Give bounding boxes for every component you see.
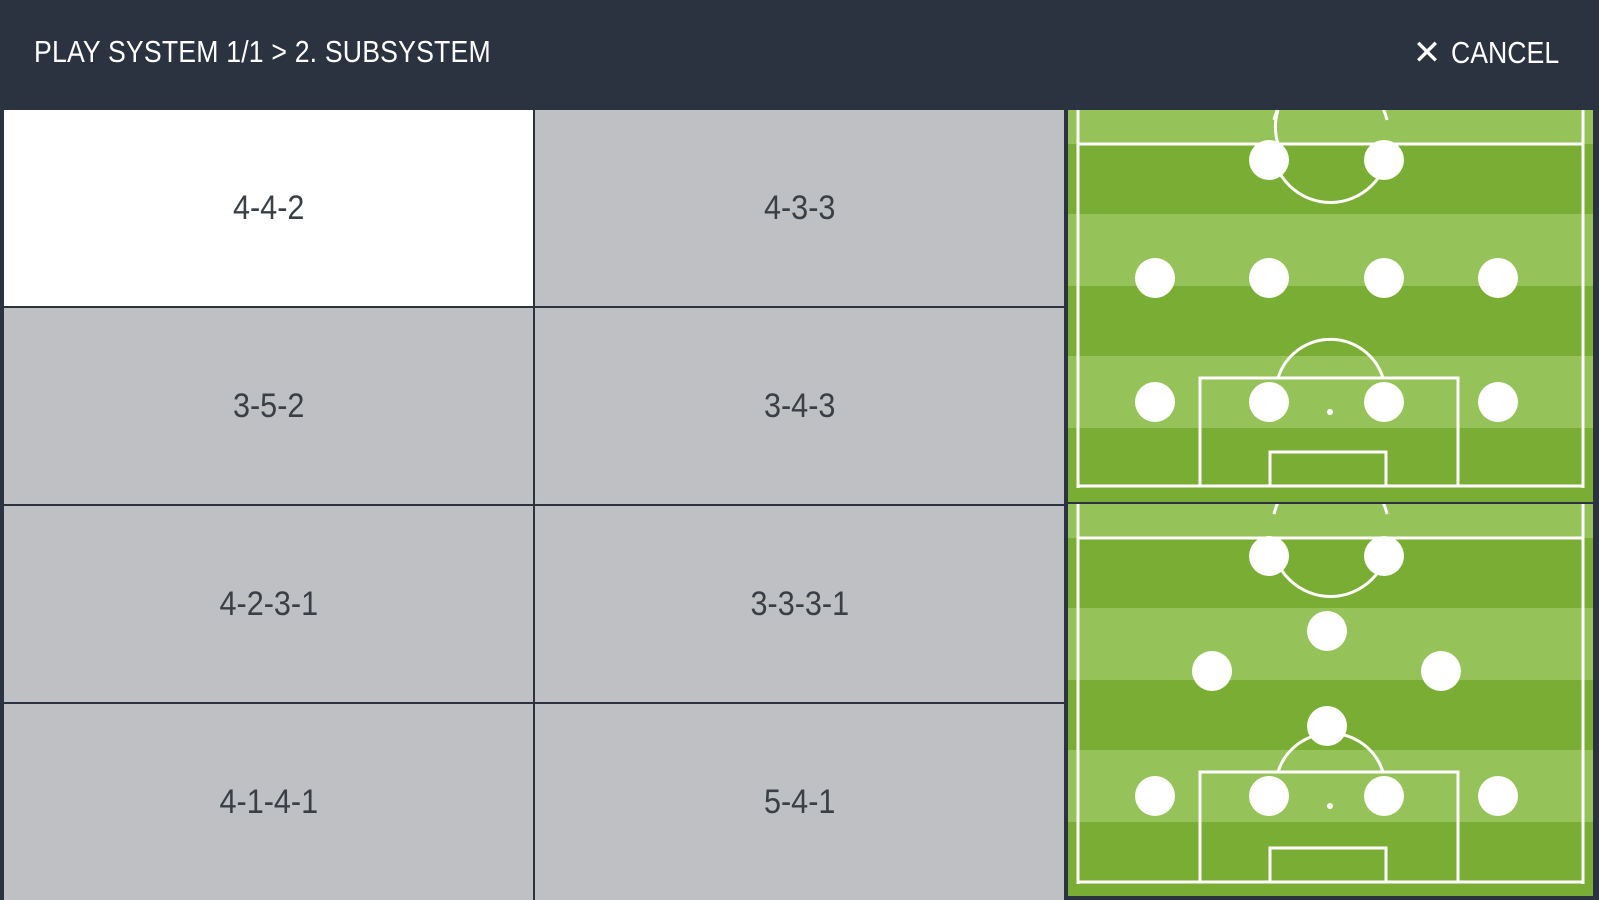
system-option-4-1-4-1[interactable]: 4-1-4-1 (4, 704, 533, 900)
close-icon: ✕ (1412, 34, 1442, 72)
player-dot (1135, 258, 1175, 298)
system-option-4-2-3-1[interactable]: 4-2-3-1 (4, 506, 533, 702)
player-dot (1249, 776, 1289, 816)
player-dot (1364, 382, 1404, 422)
player-dot (1307, 611, 1347, 651)
formation-preview-pitch-top (1068, 110, 1593, 502)
system-option-3-5-2[interactable]: 3-5-2 (4, 308, 533, 504)
system-option-3-4-3[interactable]: 3-4-3 (535, 308, 1064, 504)
system-option-label: 5-4-1 (763, 782, 836, 821)
player-dot (1364, 776, 1404, 816)
player-dot (1364, 140, 1404, 180)
player-dot (1249, 258, 1289, 298)
cancel-button[interactable]: ✕ CANCEL (1413, 30, 1565, 76)
system-option-4-3-3[interactable]: 4-3-3 (535, 110, 1064, 306)
system-option-3-3-3-1[interactable]: 3-3-3-1 (535, 506, 1064, 702)
player-dot (1249, 140, 1289, 180)
system-option-label: 4-3-3 (763, 188, 836, 227)
player-dot (1249, 536, 1289, 576)
player-dot (1192, 651, 1232, 691)
player-dot (1478, 382, 1518, 422)
player-dot (1307, 706, 1347, 746)
player-dot (1478, 258, 1518, 298)
player-dot (1421, 651, 1461, 691)
system-option-label: 3-5-2 (232, 386, 305, 425)
system-option-label: 3-3-3-1 (750, 584, 849, 623)
player-dot (1135, 382, 1175, 422)
system-option-4-4-2[interactable]: 4-4-2 (4, 110, 533, 306)
system-option-label: 3-4-3 (763, 386, 836, 425)
formation-preview-pitch-bottom (1068, 504, 1593, 896)
system-option-label: 4-4-2 (232, 188, 305, 227)
system-option-5-4-1[interactable]: 5-4-1 (535, 704, 1064, 900)
breadcrumb: PLAY SYSTEM 1/1 > 2. SUBSYSTEM (34, 34, 491, 69)
top-bar: PLAY SYSTEM 1/1 > 2. SUBSYSTEM ✕ CANCEL (0, 0, 1599, 108)
system-option-label: 4-1-4-1 (219, 782, 318, 821)
player-dot (1364, 258, 1404, 298)
player-dot (1478, 776, 1518, 816)
player-dot (1135, 776, 1175, 816)
player-dot (1249, 382, 1289, 422)
cancel-label: CANCEL (1451, 35, 1560, 70)
play-system-grid: 4-4-2 4-3-3 3-5-2 3-4-3 4-2-3-1 3-3-3-1 … (4, 110, 1064, 900)
system-option-label: 4-2-3-1 (219, 584, 318, 623)
player-dot (1364, 536, 1404, 576)
